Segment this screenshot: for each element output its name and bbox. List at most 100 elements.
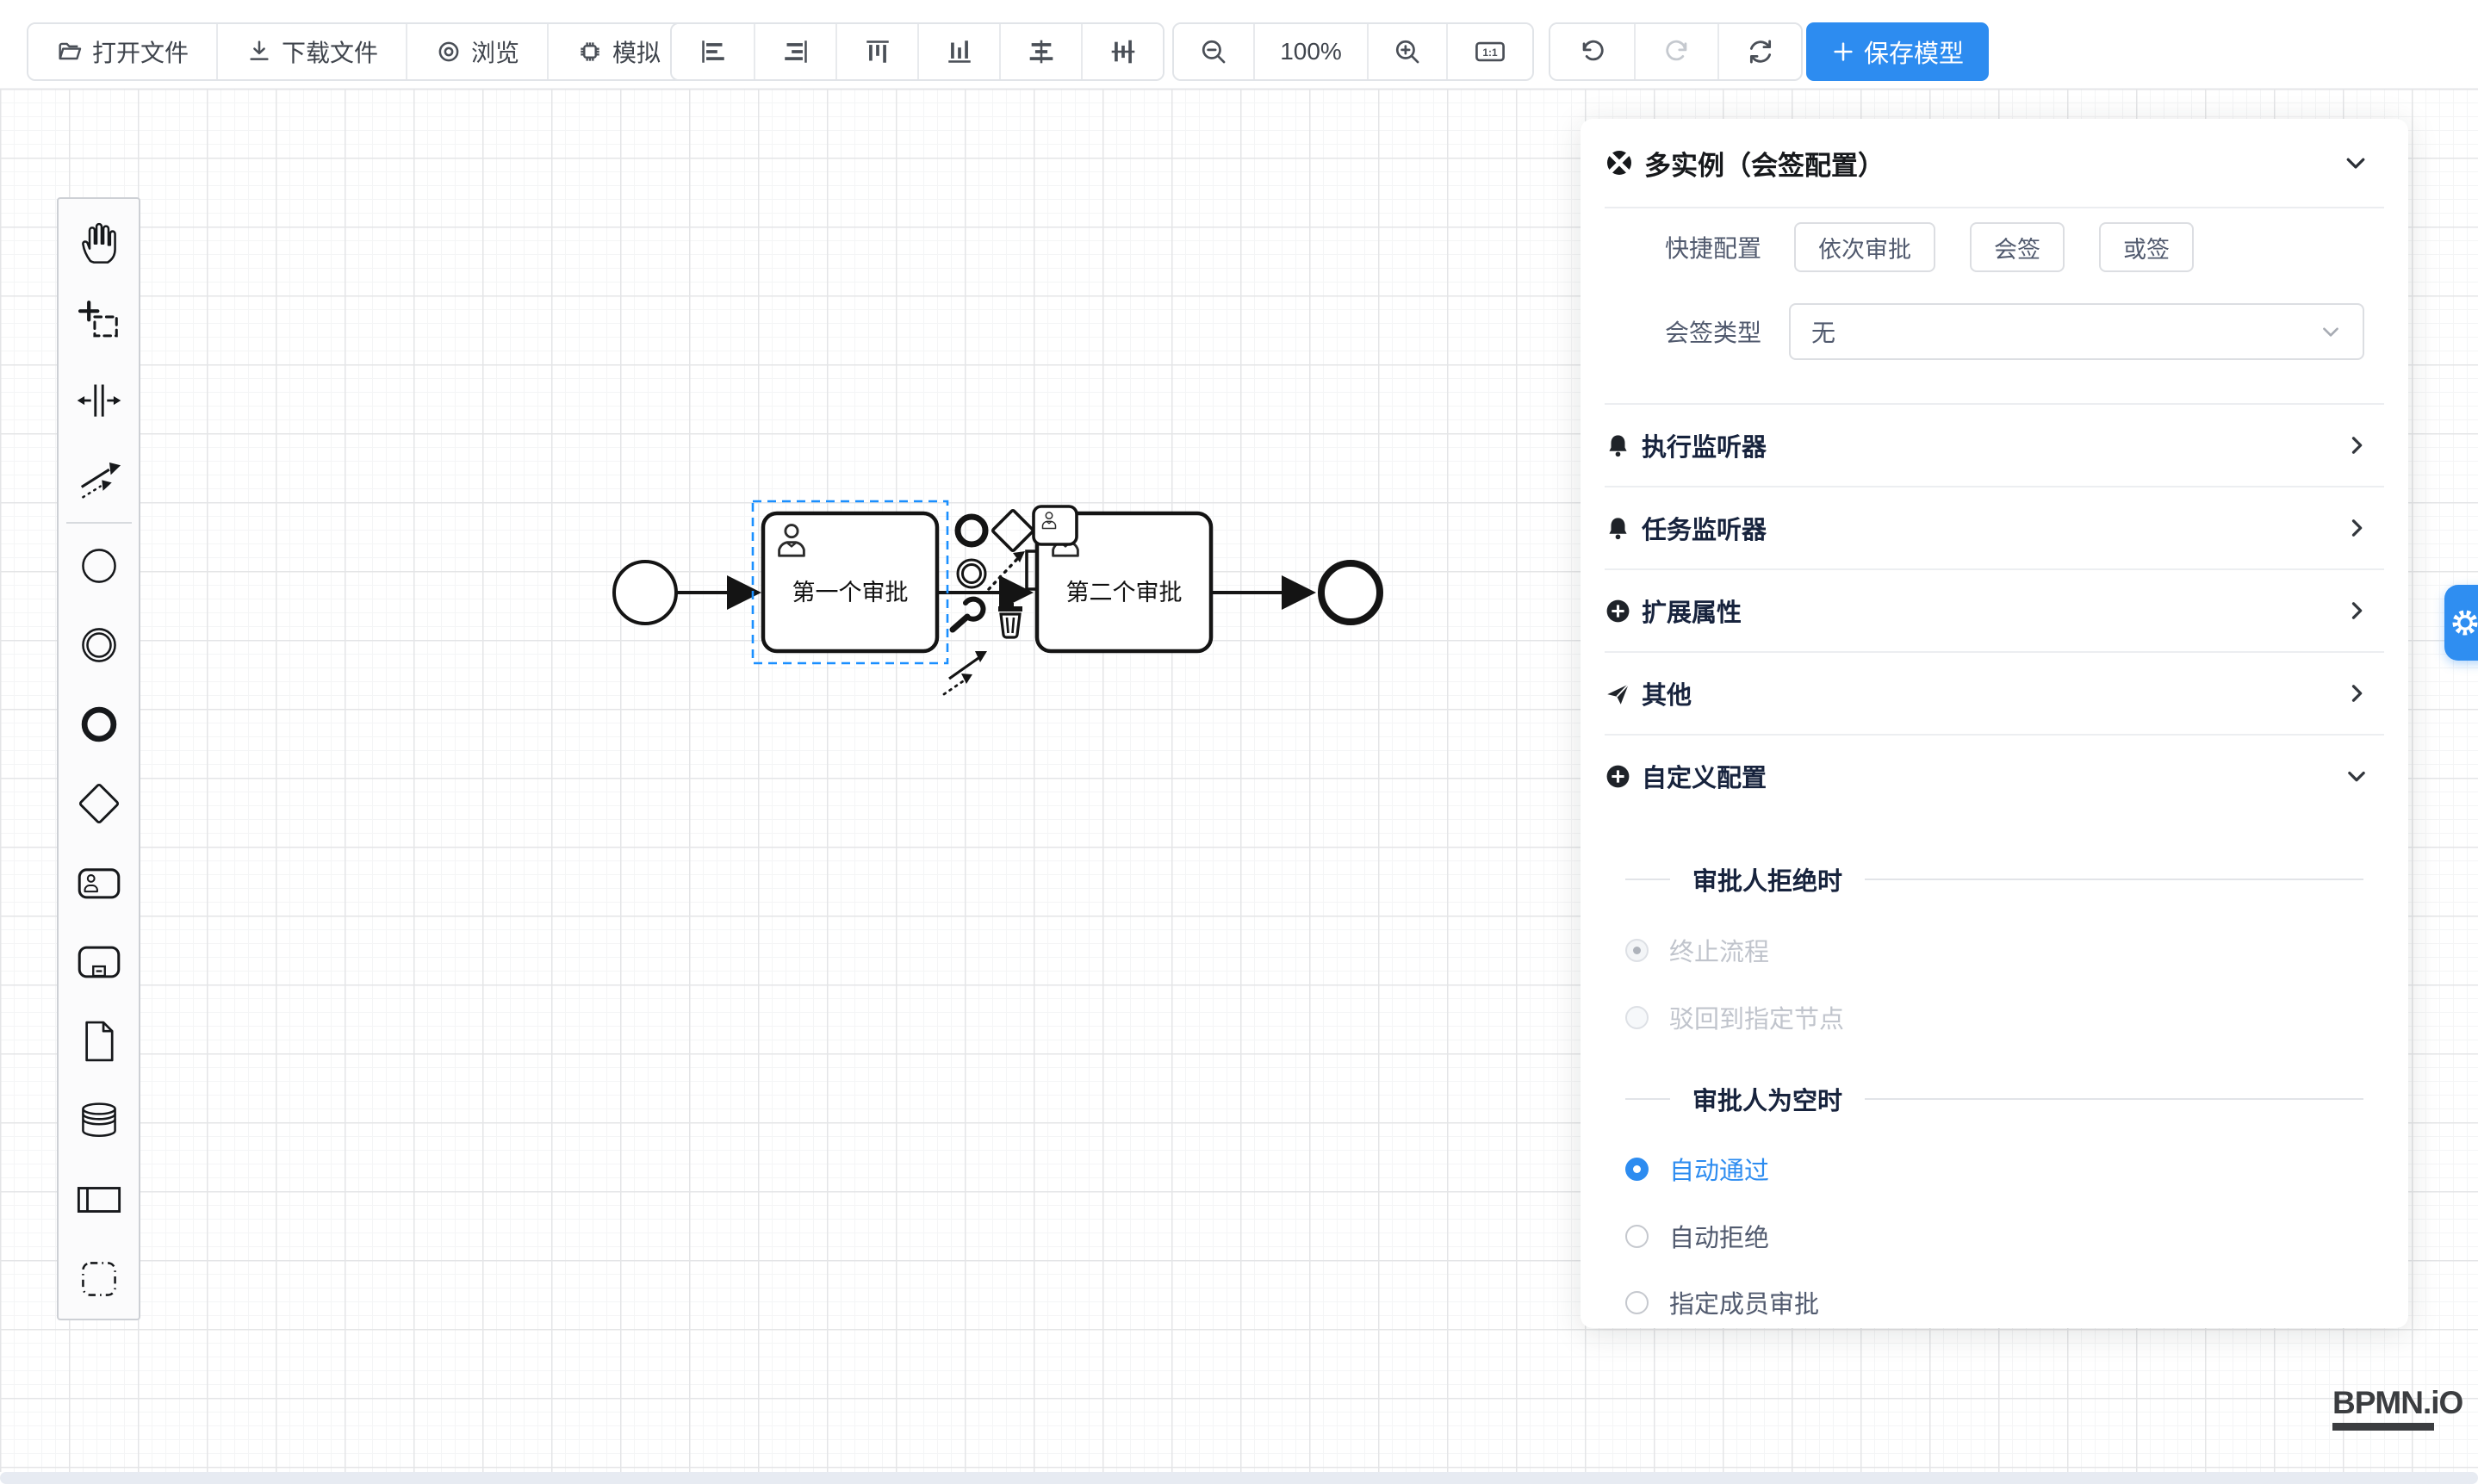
redo-icon [1662,37,1692,66]
subprocess-icon [76,939,122,985]
task1-label: 第一个审批 [792,580,909,605]
lasso-tool[interactable] [59,282,139,361]
section-extended-properties[interactable]: 扩展属性 [1605,568,2384,651]
radio-label: 终止流程 [1669,932,1769,968]
plus-circle-icon [1605,763,1631,790]
hand-tool[interactable] [59,202,139,282]
chevron-down-icon[interactable] [2343,150,2369,176]
save-model-label: 保存模型 [1864,34,1964,70]
preview-button[interactable]: 浏览 [406,24,547,79]
gear-icon [2450,607,2478,638]
align-bottom-button[interactable] [917,24,999,79]
download-file-label: 下载文件 [282,34,378,69]
zoom-in-icon [1393,37,1422,66]
sign-type-select[interactable]: 无 [1789,303,2364,360]
reset-zoom-button[interactable]: 1:1 [1446,24,1532,79]
participant-icon [76,1177,122,1223]
hand-icon [76,219,122,265]
section-custom-config[interactable]: 自定义配置 [1605,734,2384,817]
align-center-vertical-button[interactable] [1081,24,1163,79]
radio-icon [1625,1158,1649,1181]
section-other[interactable]: 其他 [1605,651,2384,734]
bpmn-io-logo[interactable]: BPMN.iO [2332,1385,2462,1431]
settings-drawer-handle[interactable] [2444,585,2478,661]
task2-label: 第二个审批 [1066,580,1183,605]
redo-button[interactable] [1634,24,1717,79]
section-label: 执行监听器 [1642,427,1767,463]
zoom-button-group: 100% 1:1 [1172,22,1534,81]
trash-icon[interactable] [998,603,1022,637]
create-end-event[interactable] [59,685,139,764]
radio-return-to-node[interactable]: 驳回到指定节点 [1625,999,1844,1035]
create-data-object[interactable] [59,1002,139,1081]
connect-from-icon[interactable] [989,551,1025,589]
create-gateway[interactable] [59,764,139,843]
open-file-button[interactable]: 打开文件 [28,24,216,79]
bell-icon [1605,432,1631,459]
append-user-task-icon[interactable] [1034,506,1077,544]
align-right-button[interactable] [754,24,835,79]
quick-config-countersign-button[interactable]: 会签 [1970,222,2065,272]
radio-terminate-process[interactable]: 终止流程 [1625,932,1769,968]
align-center-horizontal-button[interactable] [999,24,1081,79]
quick-config-orsign-button[interactable]: 或签 [2099,222,2194,272]
undo-icon [1578,37,1607,66]
create-user-task[interactable] [59,843,139,922]
end-event[interactable] [1321,563,1380,622]
align-left-icon [699,37,728,66]
quick-config-row: 快捷配置 依次审批 会签 或签 [1581,220,2408,274]
radio-icon [1625,1291,1649,1314]
align-top-button[interactable] [835,24,917,79]
section-label: 其他 [1642,675,1692,711]
align-center-vertical-icon [1109,37,1138,66]
radio-auto-pass[interactable]: 自动通过 [1625,1151,1769,1187]
append-gateway-icon[interactable] [992,510,1034,551]
lasso-icon [76,298,122,345]
simulate-button[interactable]: 模拟 [547,24,688,79]
zoom-level[interactable]: 100% [1253,24,1367,79]
create-data-store[interactable] [59,1081,139,1160]
section-execution-listener[interactable]: 执行监听器 [1605,403,2384,486]
undo-button[interactable] [1550,24,1634,79]
task-first-approval[interactable]: 第一个审批 [763,513,937,651]
create-intermediate-event[interactable] [59,605,139,685]
create-participant[interactable] [59,1160,139,1239]
chevron-right-icon [2344,516,2369,540]
radio-assign-member[interactable]: 指定成员审批 [1625,1284,1819,1320]
connect-icon [76,456,122,503]
simulate-label: 模拟 [612,34,661,69]
start-event[interactable] [614,562,676,624]
space-tool[interactable] [59,361,139,440]
connect-tool-icon[interactable] [944,651,987,694]
wrench-icon[interactable] [953,599,983,630]
radio-auto-reject[interactable]: 自动拒绝 [1625,1218,1769,1254]
create-start-event[interactable] [59,526,139,605]
create-subprocess[interactable] [59,922,139,1002]
quick-config-sequential-button[interactable]: 依次审批 [1794,222,1935,272]
section-task-listener[interactable]: 任务监听器 [1605,486,2384,568]
horizontal-scrollbar[interactable] [0,1472,2478,1484]
download-file-button[interactable]: 下载文件 [216,24,406,79]
user-task-icon [76,860,122,906]
zoom-level-value: 100% [1280,38,1342,65]
space-tool-icon [76,377,122,424]
plus-icon [1831,40,1855,64]
preview-icon [435,38,463,65]
zoom-in-button[interactable] [1367,24,1446,79]
align-left-button[interactable] [672,24,754,79]
create-group[interactable] [59,1239,139,1319]
gateway-icon [76,780,122,827]
panel-header[interactable]: 多实例（会签配置） [1605,119,2384,208]
refresh-button[interactable] [1717,24,1801,79]
append-end-event-icon[interactable] [958,517,985,544]
append-intermediate-event-icon[interactable] [958,560,985,587]
connect-tool[interactable] [59,440,139,519]
folder-open-icon [56,38,84,65]
section-label: 任务监听器 [1642,510,1767,546]
zoom-out-button[interactable] [1174,24,1253,79]
sign-type-value: 无 [1811,314,1835,349]
properties-panel: 多实例（会签配置） 快捷配置 依次审批 会签 或签 会签类型 无 执行监听器 [1581,119,2408,1328]
save-model-button[interactable]: 保存模型 [1806,22,1989,81]
open-file-label: 打开文件 [92,34,189,69]
zoom-out-icon [1199,37,1228,66]
